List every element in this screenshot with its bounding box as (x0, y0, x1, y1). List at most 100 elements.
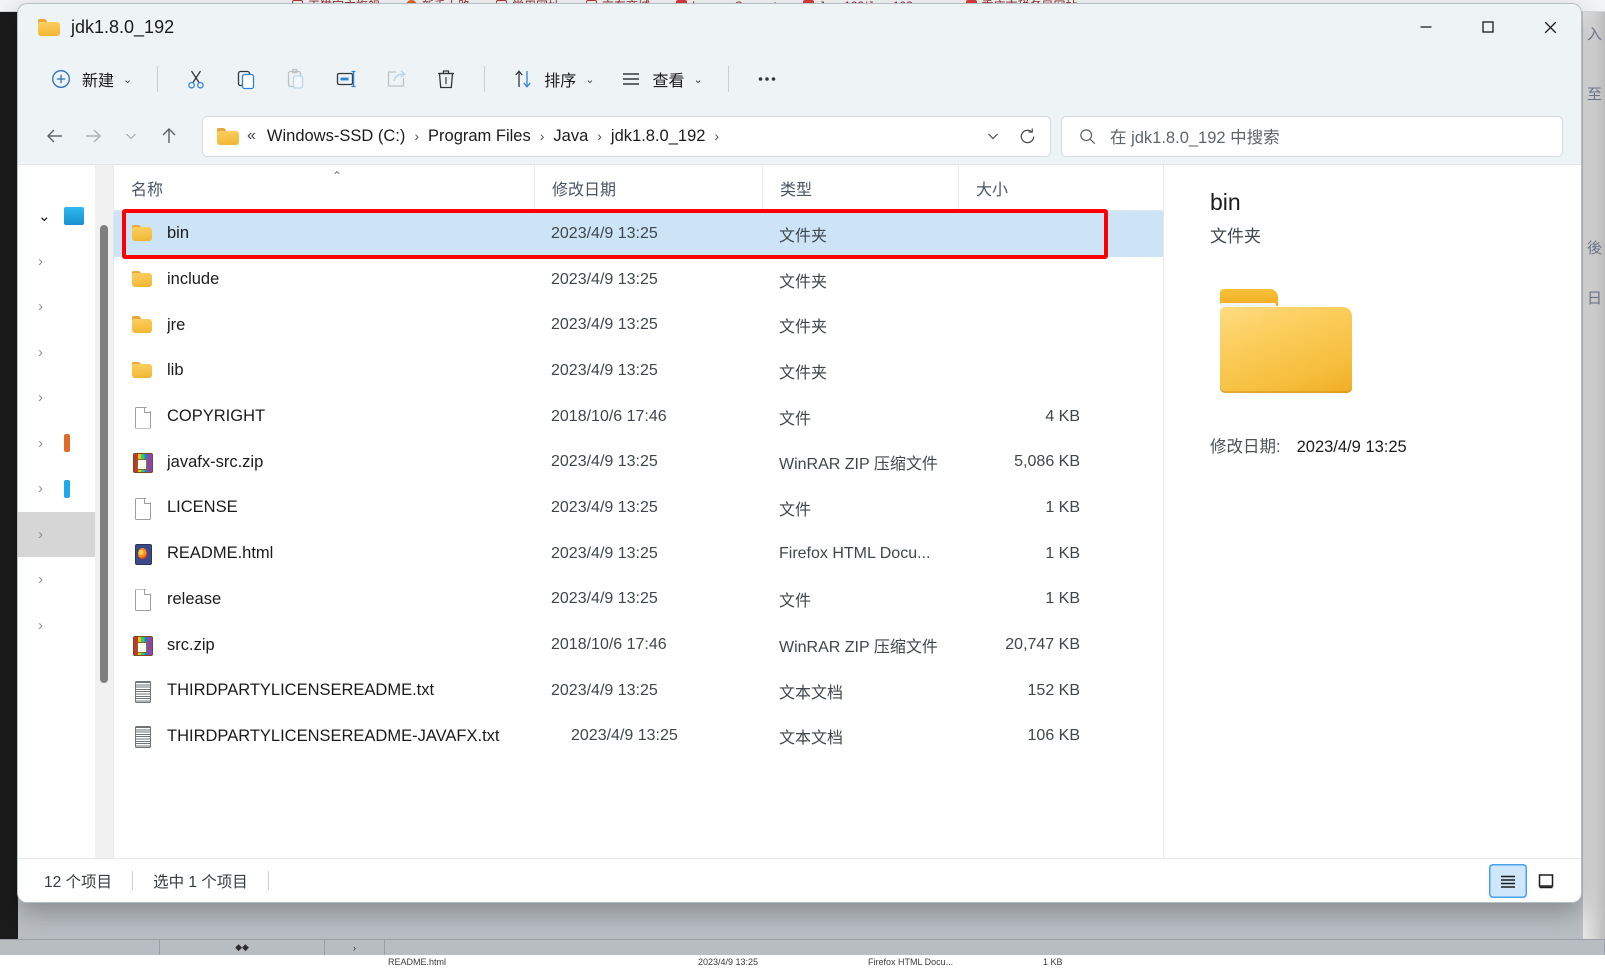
breadcrumb-item-java[interactable]: Java (548, 124, 593, 149)
file-date: 2023/4/9 13:25 (551, 498, 658, 516)
file-date: 2018/10/6 17:46 (551, 407, 667, 425)
table-row[interactable]: bin 2023/4/9 13:25 文件夹 (114, 211, 1163, 257)
back-button[interactable] (36, 117, 74, 155)
table-row[interactable]: jre 2023/4/9 13:25 文件夹 (114, 302, 1163, 348)
chevron-right-icon[interactable]: › (38, 526, 54, 543)
navigation-scrollbar-thumb[interactable] (100, 225, 108, 683)
table-row[interactable]: release 2023/4/9 13:25 文件 1 KB (114, 577, 1163, 623)
folder-icon (217, 127, 239, 145)
cut-button[interactable] (171, 59, 221, 99)
chevron-right-icon[interactable]: › (38, 344, 54, 361)
table-row[interactable]: LICENSE 2023/4/9 13:25 文件 1 KB (114, 485, 1163, 531)
search-placeholder: 在 jdk1.8.0_192 中搜索 (1110, 129, 1280, 147)
file-list-pane: 名称 ⌃ 修改日期 类型 大小 bin 2023/4/9 13:25 文件夹 i… (114, 164, 1163, 858)
minimize-button[interactable] (1395, 4, 1457, 50)
file-icon (131, 497, 153, 519)
table-row[interactable]: include 2023/4/9 13:25 文件夹 (114, 257, 1163, 303)
large-icons-view-toggle[interactable] (1527, 864, 1565, 898)
chevron-right-icon[interactable]: › (38, 389, 54, 406)
file-size: 4 KB (1045, 407, 1080, 425)
ellipsis-icon (754, 66, 780, 92)
breadcrumb-dropdown-button[interactable] (976, 119, 1010, 153)
drive-icon (64, 434, 70, 453)
details-pane: bin 文件夹 修改日期: 2023/4/9 13:25 (1163, 165, 1581, 858)
details-view-toggle[interactable] (1489, 863, 1527, 898)
file-type: 文件夹 (779, 364, 828, 382)
file-name: bin (167, 224, 190, 243)
breadcrumb-item-drive[interactable]: Windows-SSD (C:) (262, 124, 410, 149)
folder-body (1220, 307, 1352, 393)
table-row[interactable]: THIRDPARTYLICENSEREADME-JAVAFX.txt 2023/… (114, 714, 1163, 760)
text-document-icon (131, 680, 153, 703)
file-size: 20,747 KB (1005, 636, 1080, 654)
table-row[interactable]: THIRDPARTYLICENSEREADME.txt 2023/4/9 13:… (114, 668, 1163, 714)
column-header-size[interactable]: 大小 (958, 164, 1096, 211)
file-name: README.html (167, 544, 274, 563)
forward-button[interactable] (74, 117, 112, 155)
up-button[interactable] (150, 117, 188, 155)
file-date: 2023/4/9 13:25 (551, 224, 658, 242)
breadcrumb-bar[interactable]: « Windows-SSD (C:) › Program Files › Jav… (202, 115, 1051, 157)
details-title: bin (1210, 189, 1241, 215)
chevron-right-icon[interactable]: › (38, 435, 54, 452)
bg-row-date: 2023/4/9 13:25 (698, 957, 759, 967)
chevron-right-icon[interactable]: › (38, 253, 54, 270)
table-row[interactable]: lib 2023/4/9 13:25 文件夹 (114, 348, 1163, 394)
more-options-button[interactable] (742, 59, 792, 99)
file-rows: bin 2023/4/9 13:25 文件夹 include 2023/4/9 … (114, 211, 1163, 858)
recent-locations-button[interactable] (112, 117, 150, 155)
file-size: 152 KB (1027, 681, 1080, 699)
column-header-size-label: 大小 (976, 181, 1009, 199)
table-row[interactable]: COPYRIGHT 2018/10/6 17:46 文件 4 KB (114, 394, 1163, 440)
chevron-right-icon[interactable]: › (38, 617, 54, 634)
details-modified-row: 修改日期: 2023/4/9 13:25 (1210, 433, 1551, 457)
column-header-date-label: 修改日期 (552, 181, 617, 199)
breadcrumb-separator[interactable]: › (710, 128, 723, 144)
file-name: LICENSE (167, 498, 238, 517)
chevron-right-icon[interactable]: › (38, 298, 54, 315)
file-size: 1 KB (1045, 590, 1080, 608)
file-date: 2023/4/9 13:25 (551, 544, 658, 562)
copy-button[interactable] (221, 59, 271, 99)
paste-button[interactable] (271, 59, 321, 99)
file-date: 2023/4/9 13:25 (571, 727, 678, 745)
details-view-icon (1501, 875, 1515, 888)
breadcrumb-item-jdk[interactable]: jdk1.8.0_192 (606, 124, 711, 149)
column-header-type[interactable]: 类型 (762, 164, 958, 211)
refresh-button[interactable] (1010, 119, 1044, 153)
close-button[interactable] (1519, 4, 1581, 50)
table-row[interactable]: src.zip 2018/10/6 17:46 WinRAR ZIP 压缩文件 … (114, 622, 1163, 668)
column-header-name[interactable]: 名称 ⌃ (114, 165, 534, 211)
chevron-right-icon[interactable]: › (38, 480, 54, 497)
share-button[interactable] (371, 59, 421, 99)
refresh-icon (1020, 128, 1034, 143)
plus-circle-icon (48, 66, 74, 92)
maximize-button[interactable] (1457, 4, 1519, 50)
view-button[interactable]: 查看 ⌄ (606, 59, 714, 99)
breadcrumb-overflow-indicator[interactable]: « (245, 127, 262, 145)
chevron-down-icon: ⌄ (693, 73, 703, 86)
title-bar: jdk1.8.0_192 (18, 4, 1581, 50)
bg-row-type: Firefox HTML Docu... (868, 957, 954, 967)
chevron-right-icon[interactable]: › (38, 571, 54, 588)
background-vertical-text-3: 後 (1585, 240, 1602, 257)
file-icon (131, 406, 153, 428)
new-button[interactable]: 新建 ⌄ (36, 59, 144, 99)
file-date: 2023/4/9 13:25 (551, 361, 658, 379)
breadcrumb-item-program-files[interactable]: Program Files (423, 124, 536, 149)
column-header-date[interactable]: 修改日期 (534, 164, 762, 211)
chevron-down-icon[interactable]: ⌄ (38, 207, 54, 225)
table-row[interactable]: README.html 2023/4/9 13:25 Firefox HTML … (114, 531, 1163, 577)
breadcrumb-separator[interactable]: › (410, 128, 423, 144)
table-row[interactable]: javafx-src.zip 2023/4/9 13:25 WinRAR ZIP… (114, 439, 1163, 485)
background-vertical-text-2: 至 (1585, 86, 1602, 103)
rename-button[interactable] (321, 59, 371, 99)
file-size: 106 KB (1027, 727, 1080, 745)
delete-button[interactable] (421, 59, 471, 99)
breadcrumb-separator[interactable]: › (536, 128, 549, 144)
sort-button[interactable]: 排序 ⌄ (498, 59, 606, 99)
search-input[interactable]: 在 jdk1.8.0_192 中搜索 (1061, 115, 1563, 157)
breadcrumb-separator[interactable]: › (593, 128, 606, 144)
navigation-scrollbar[interactable] (95, 165, 113, 858)
file-name: src.zip (167, 635, 215, 654)
